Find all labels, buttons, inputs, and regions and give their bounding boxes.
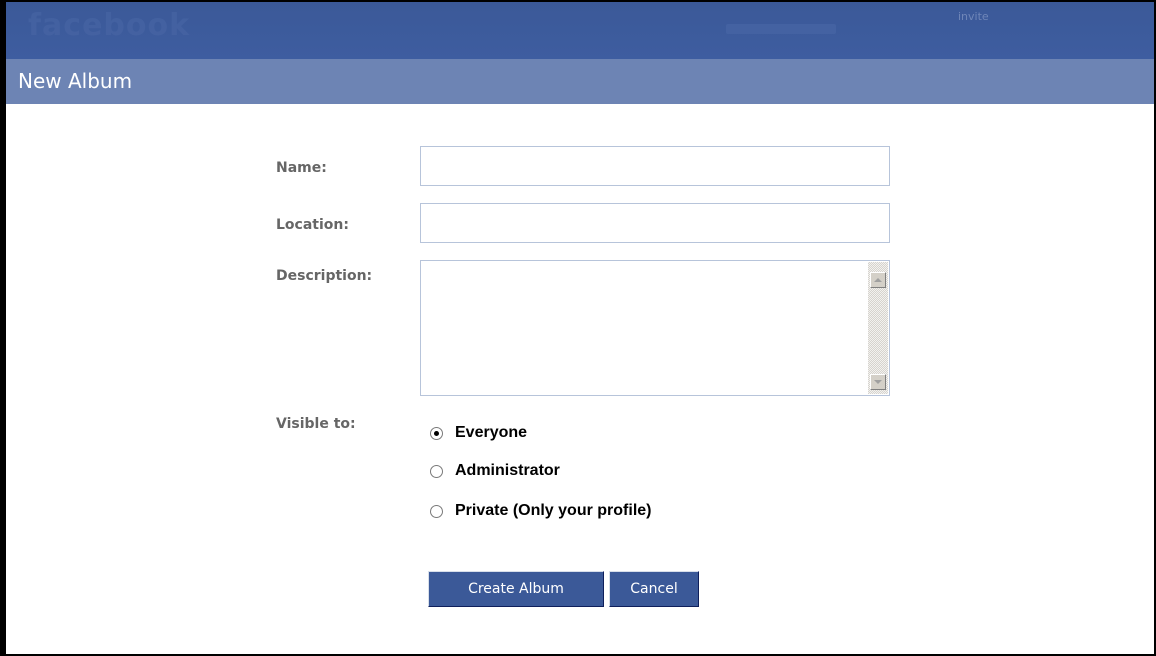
radio-button[interactable] (430, 504, 443, 518)
invite-link[interactable]: invite (958, 10, 989, 23)
description-label: Description: (276, 268, 373, 284)
description-scrollbar[interactable] (868, 262, 888, 394)
scroll-down-button[interactable] (870, 374, 886, 390)
nav-links[interactable] (726, 24, 836, 34)
radio-option-private[interactable]: Private (Only your profile) (430, 502, 651, 520)
page-title-bar: New Album (6, 59, 1154, 104)
window-frame: facebook invite New Album Name: Location… (0, 0, 1156, 656)
radio-label: Private (Only your profile) (455, 502, 652, 519)
visible-to-label: Visible to: (276, 416, 356, 432)
create-album-button[interactable]: Create Album (428, 571, 604, 607)
arrow-down-icon (874, 380, 882, 384)
name-input[interactable] (420, 146, 890, 186)
radio-button[interactable] (430, 426, 443, 440)
page-title: New Album (18, 69, 133, 93)
location-input[interactable] (420, 203, 890, 243)
radio-label: Administrator (455, 462, 560, 479)
cancel-button[interactable]: Cancel (609, 571, 699, 607)
radio-button[interactable] (430, 464, 443, 478)
description-textarea[interactable] (420, 260, 890, 396)
scroll-up-button[interactable] (870, 272, 886, 288)
top-nav-bar: facebook invite (6, 2, 1154, 59)
location-label: Location: (276, 217, 349, 233)
name-label: Name: (276, 160, 327, 176)
radio-option-everyone[interactable]: Everyone (430, 424, 527, 442)
facebook-logo[interactable]: facebook (28, 8, 190, 43)
radio-label: Everyone (455, 424, 528, 441)
arrow-up-icon (874, 278, 882, 282)
radio-option-administrator[interactable]: Administrator (430, 462, 560, 480)
